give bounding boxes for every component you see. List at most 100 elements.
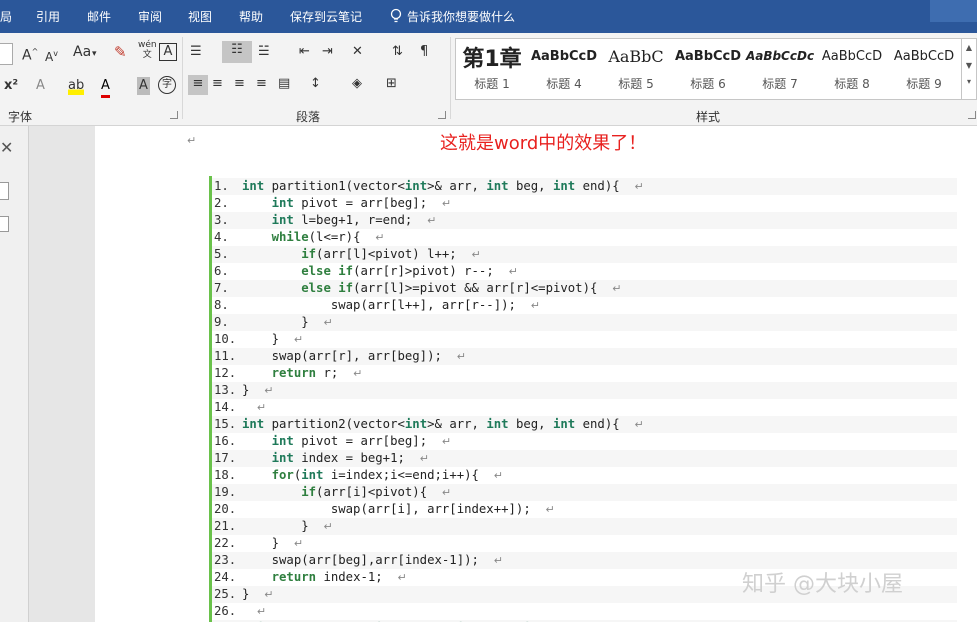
line-number: 2. bbox=[214, 196, 229, 210]
line-number: 6. bbox=[214, 264, 229, 278]
character-border-button[interactable]: A bbox=[159, 43, 177, 61]
borders-icon[interactable]: ⊞ bbox=[386, 75, 397, 93]
style-heading-7[interactable]: AaBbCcDc 标题 7 bbox=[744, 39, 816, 97]
change-case-dropdown-icon[interactable]: ▾ bbox=[92, 45, 97, 63]
code-line[interactable]: 16. int pivot = arr[beg]; ↵ bbox=[212, 433, 957, 450]
code-line[interactable]: 5. if(arr[l]<pivot) l++; ↵ bbox=[212, 246, 957, 263]
code-line[interactable]: 20. swap(arr[i], arr[index++]); ↵ bbox=[212, 501, 957, 518]
style-heading-5[interactable]: AaBbC 标题 5 bbox=[600, 39, 672, 97]
code-text: return r; ↵ bbox=[271, 366, 363, 380]
code-block[interactable]: 1. int partition1(vector<int>& arr, int b… bbox=[209, 176, 957, 622]
clear-formatting-icon[interactable]: ✎ bbox=[114, 43, 127, 61]
code-text: } ↵ bbox=[242, 587, 274, 601]
code-line[interactable]: 9. } ↵ bbox=[212, 314, 957, 331]
scroll-down-icon[interactable]: ▼ bbox=[962, 61, 976, 70]
sort-icon[interactable]: ⇅ bbox=[392, 43, 403, 61]
gallery-more-icon[interactable]: ▾ bbox=[962, 77, 976, 86]
font-size-dropdown[interactable] bbox=[0, 43, 13, 65]
grow-font-button[interactable]: A^ bbox=[22, 43, 38, 65]
tab-view[interactable]: 视图 bbox=[188, 8, 212, 25]
gallery-scroll[interactable]: ▲ ▼ ▾ bbox=[961, 38, 977, 100]
bullets-icon[interactable]: ☰ bbox=[190, 43, 202, 61]
line-number: 8. bbox=[214, 298, 229, 312]
styles-gallery[interactable]: 第1章 标题 1 AaBbCcD 标题 4 AaBbC 标题 5 AaBbCcD… bbox=[455, 38, 962, 100]
distribute-icon[interactable]: ▤ bbox=[278, 75, 290, 93]
character-shading-button[interactable]: A bbox=[137, 77, 150, 95]
style-heading-4[interactable]: AaBbCcD 标题 4 bbox=[528, 39, 600, 97]
style-heading-8[interactable]: AaBbCcD 标题 8 bbox=[816, 39, 888, 97]
style-name: 标题 6 bbox=[690, 77, 726, 91]
align-right-icon[interactable]: ≡ bbox=[234, 75, 245, 93]
superscript-button[interactable]: x² bbox=[4, 77, 18, 95]
shrink-font-button[interactable]: Av bbox=[45, 45, 58, 66]
code-line[interactable]: 17. int index = beg+1; ↵ bbox=[212, 450, 957, 467]
tab-help[interactable]: 帮助 bbox=[239, 8, 263, 25]
group-separator bbox=[450, 37, 451, 119]
paragraph-dialog-launcher-icon[interactable] bbox=[438, 111, 446, 119]
code-line[interactable]: 2. int pivot = arr[beg]; ↵ bbox=[212, 195, 957, 212]
close-icon[interactable]: ✕ bbox=[0, 138, 13, 157]
code-text: int index = beg+1; ↵ bbox=[271, 451, 429, 465]
code-line[interactable]: 18. for(int i=index;i<=end;i++){ ↵ bbox=[212, 467, 957, 484]
pane-dropdown[interactable] bbox=[0, 216, 9, 232]
style-name: 标题 4 bbox=[546, 77, 582, 91]
code-line[interactable]: 22. } ↵ bbox=[212, 535, 957, 552]
style-heading-1[interactable]: 第1章 标题 1 bbox=[456, 39, 528, 97]
increase-indent-icon[interactable]: ⇥ bbox=[322, 43, 333, 61]
code-line[interactable]: 12. return r; ↵ bbox=[212, 365, 957, 382]
text-effects-button[interactable]: A bbox=[36, 77, 45, 95]
tell-me-search[interactable]: 告诉我你想要做什么 bbox=[407, 8, 515, 25]
line-number: 4. bbox=[214, 230, 229, 244]
shading-icon[interactable]: ◈ bbox=[352, 75, 362, 93]
tab-save-to-cloud-notes[interactable]: 保存到云笔记 bbox=[290, 8, 362, 25]
font-color-button[interactable]: A bbox=[101, 77, 110, 98]
code-line[interactable]: 10. } ↵ bbox=[212, 331, 957, 348]
code-line[interactable]: 4. while(l<=r){ ↵ bbox=[212, 229, 957, 246]
code-line[interactable]: 3. int l=beg+1, r=end; ↵ bbox=[212, 212, 957, 229]
styles-dialog-launcher-icon[interactable] bbox=[968, 111, 976, 119]
code-line[interactable]: 19. if(arr[i]<pivot){ ↵ bbox=[212, 484, 957, 501]
justify-icon[interactable]: ≡ bbox=[256, 75, 267, 93]
code-line[interactable]: 6. else if(arr[r]>pivot) r--; ↵ bbox=[212, 263, 957, 280]
align-center-icon[interactable]: ≡ bbox=[212, 75, 223, 93]
group-separator bbox=[182, 37, 183, 119]
asian-layout-icon[interactable]: ✕ bbox=[352, 43, 363, 61]
decrease-indent-icon[interactable]: ⇤ bbox=[299, 43, 310, 61]
line-spacing-icon[interactable]: ↕ bbox=[310, 75, 321, 93]
change-case-button[interactable]: Aa bbox=[73, 43, 91, 61]
scroll-up-icon[interactable]: ▲ bbox=[962, 43, 976, 52]
enclose-characters-button[interactable]: 字 bbox=[158, 76, 176, 94]
style-sample: 第1章 bbox=[462, 47, 522, 72]
line-number: 10. bbox=[214, 332, 237, 346]
code-line[interactable]: 11. swap(arr[r], arr[beg]); ↵ bbox=[212, 348, 957, 365]
show-marks-icon[interactable]: ¶ bbox=[420, 43, 428, 61]
code-line[interactable]: 8. swap(arr[l++], arr[r--]); ↵ bbox=[212, 297, 957, 314]
align-left-icon[interactable]: ≡ bbox=[188, 75, 208, 95]
code-line[interactable]: 7. else if(arr[l]>=pivot && arr[r]<=pivo… bbox=[212, 280, 957, 297]
line-number: 1. bbox=[214, 179, 229, 193]
paragraph-group-label: 段落 bbox=[296, 110, 321, 124]
font-dialog-launcher-icon[interactable] bbox=[170, 111, 178, 119]
highlight-color-button[interactable]: ab bbox=[68, 77, 85, 95]
code-line[interactable]: 13.} ↵ bbox=[212, 382, 957, 399]
code-line[interactable]: 26. ↵ bbox=[212, 603, 957, 620]
tab-review[interactable]: 审阅 bbox=[138, 8, 162, 25]
tab-layout[interactable]: 局 bbox=[0, 8, 12, 25]
code-line[interactable]: 14. ↵ bbox=[212, 399, 957, 416]
code-text: while(l<=r){ ↵ bbox=[271, 230, 385, 244]
style-heading-9[interactable]: AaBbCcD 标题 9 bbox=[888, 39, 960, 97]
code-line[interactable]: 1. int partition1(vector<int>& arr, int b… bbox=[212, 178, 957, 195]
multilevel-list-icon[interactable]: ☱ bbox=[258, 43, 270, 61]
code-text: int pivot = arr[beg]; ↵ bbox=[271, 434, 452, 448]
style-heading-6[interactable]: AaBbCcD 标题 6 bbox=[672, 39, 744, 97]
tab-mailings[interactable]: 邮件 bbox=[87, 8, 111, 25]
style-name: 标题 5 bbox=[618, 77, 654, 91]
pane-dropdown[interactable] bbox=[0, 182, 9, 200]
phonetic-guide-button[interactable]: wén 文 bbox=[138, 40, 157, 60]
code-line[interactable]: 15. int partition2(vector<int>& arr, int … bbox=[212, 416, 957, 433]
code-line[interactable]: 21. } ↵ bbox=[212, 518, 957, 535]
line-number: 17. bbox=[214, 451, 237, 465]
tab-references[interactable]: 引用 bbox=[36, 8, 60, 25]
numbering-icon[interactable]: ☷ bbox=[222, 41, 252, 63]
line-number: 24. bbox=[214, 570, 237, 584]
